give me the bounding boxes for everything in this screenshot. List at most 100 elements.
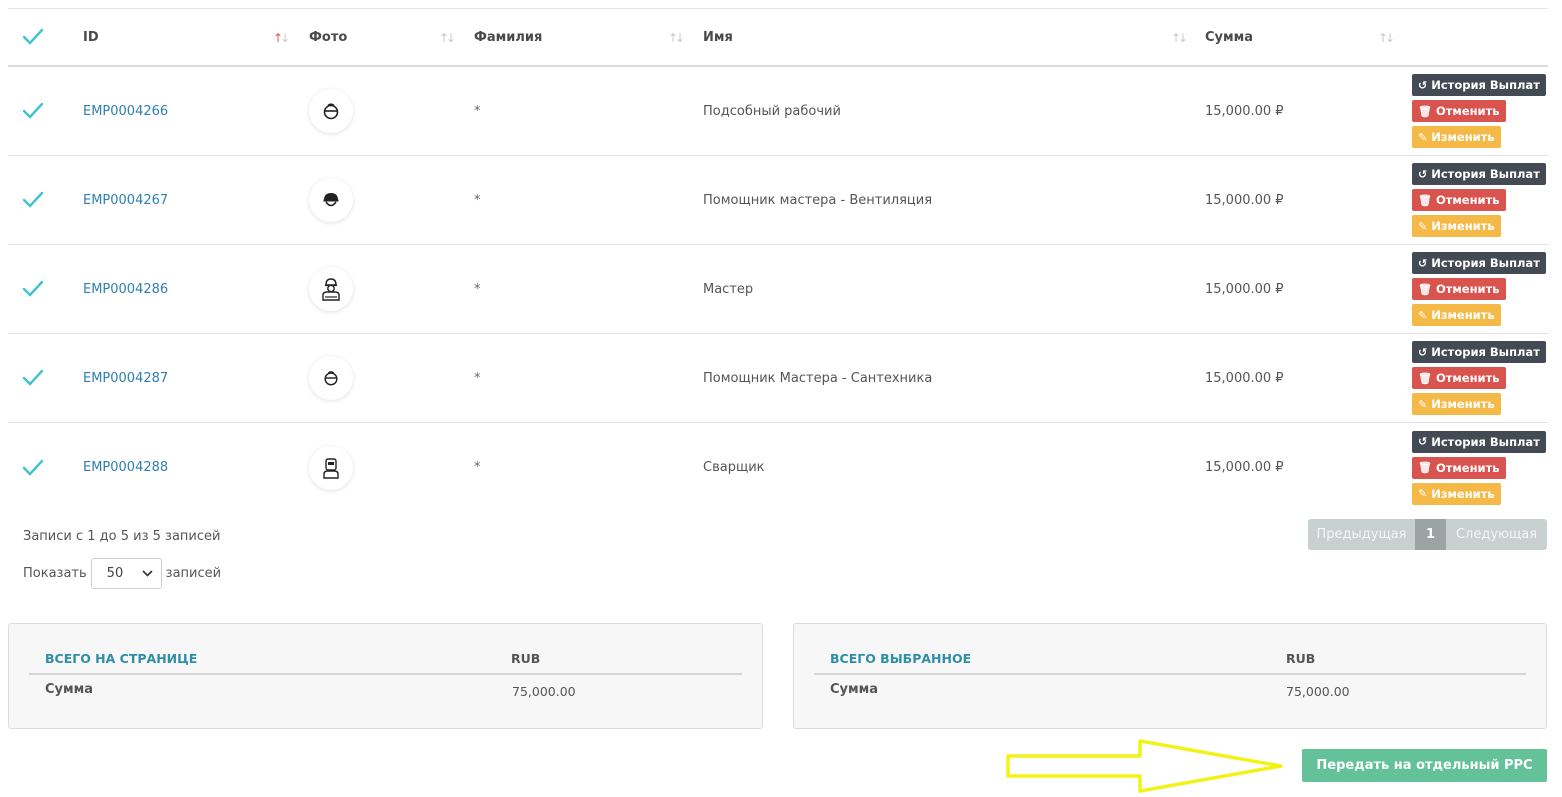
- sum-cell: 15,000.00 ₽: [1205, 460, 1284, 475]
- employee-id-link[interactable]: EMP0004286: [83, 282, 168, 297]
- payment-history-button[interactable]: ↺ История Выплат: [1412, 252, 1546, 274]
- trash-icon: 🗑: [1418, 104, 1432, 118]
- table-info: Записи с 1 до 5 из 5 записей: [23, 529, 221, 544]
- selected-totals-panel: ВСЕГО ВЫБРАННОЕ RUB Сумма 75,000.00: [793, 623, 1547, 729]
- surname-cell: *: [474, 192, 481, 208]
- edit-button[interactable]: ✎ Изменить: [1412, 215, 1501, 237]
- edit-label: Изменить: [1431, 397, 1495, 411]
- column-header-id[interactable]: ID: [83, 9, 293, 65]
- transfer-to-account-button[interactable]: Передать на отдельный РРС: [1302, 749, 1547, 782]
- cancel-label: Отменить: [1435, 460, 1500, 475]
- cancel-button[interactable]: 🗑 Отменить: [1412, 100, 1506, 122]
- employee-id-link[interactable]: EMP0004287: [83, 371, 168, 386]
- edit-icon: ✎: [1418, 130, 1428, 144]
- edit-icon: ✎: [1418, 308, 1428, 322]
- column-header-name[interactable]: Имя: [703, 9, 1183, 65]
- payment-history-button[interactable]: ↺ История Выплат: [1412, 74, 1546, 96]
- surname-cell: *: [474, 460, 481, 475]
- history-icon: ↺: [1418, 167, 1428, 181]
- pagination: Предыдущая 1 Следующая: [1308, 519, 1547, 550]
- chevron-down-icon: [142, 566, 153, 581]
- annotation-arrow-icon: [1006, 739, 1283, 793]
- column-header-photo[interactable]: Фото: [309, 9, 459, 65]
- history-icon: ↺: [1418, 78, 1428, 92]
- table-row[interactable]: EMP0004288 * Сварщик 15,000.00 ₽ ↺ Истори…: [8, 423, 1548, 512]
- records-label: записей: [165, 566, 222, 581]
- name-cell: Помощник Мастера - Сантехника: [703, 370, 933, 386]
- cancel-label: Отменить: [1435, 104, 1500, 118]
- sort-icon[interactable]: ↑↓: [1171, 31, 1188, 45]
- welder-icon: [309, 445, 353, 490]
- cancel-button[interactable]: 🗑 Отменить: [1412, 456, 1506, 479]
- employee-id-link[interactable]: EMP0004288: [83, 460, 168, 475]
- row-checkbox[interactable]: [22, 245, 62, 333]
- history-label: История Выплат: [1431, 345, 1540, 359]
- sum-cell: 15,000.00 ₽: [1205, 370, 1284, 386]
- sort-icon[interactable]: ↑↓: [1378, 31, 1395, 45]
- cancel-button[interactable]: 🗑 Отменить: [1412, 367, 1506, 389]
- edit-label: Изменить: [1431, 130, 1495, 144]
- table-row[interactable]: EMP0004266 * Подсобный рабочий 15,000.00…: [8, 67, 1548, 156]
- foreman-icon: [309, 267, 353, 311]
- employee-id-link[interactable]: EMP0004266: [83, 104, 168, 119]
- worker-hardhat-icon: [309, 178, 353, 222]
- worker-helmet-icon: [309, 89, 353, 133]
- check-icon: [22, 102, 44, 120]
- name-cell: Сварщик: [703, 460, 765, 475]
- edit-icon: ✎: [1418, 219, 1428, 233]
- history-icon: ↺: [1418, 345, 1428, 359]
- column-header-surname[interactable]: Фамилия: [474, 9, 689, 65]
- page-1-button[interactable]: 1: [1415, 519, 1446, 550]
- row-checkbox[interactable]: [22, 334, 62, 422]
- check-icon: [22, 28, 44, 46]
- select-all-checkbox[interactable]: [22, 9, 62, 65]
- sum-cell: 15,000.00 ₽: [1205, 192, 1284, 208]
- sum-value: 75,000.00: [512, 684, 576, 699]
- next-page-button[interactable]: Следующая: [1446, 519, 1547, 550]
- column-header-sum[interactable]: Сумма: [1205, 9, 1395, 65]
- sort-icon[interactable]: ↑↓: [668, 31, 685, 45]
- panel-title: ВСЕГО ВЫБРАННОЕ: [830, 651, 972, 666]
- cancel-button[interactable]: 🗑 Отменить: [1412, 189, 1506, 211]
- history-label: История Выплат: [1431, 434, 1540, 449]
- currency-label: RUB: [511, 651, 541, 666]
- name-cell: Мастер: [703, 281, 754, 297]
- edit-icon: ✎: [1418, 397, 1428, 411]
- page-length-control: Показать 50 записей: [23, 558, 221, 589]
- table-row[interactable]: EMP0004287 * Помощник Мастера - Сантехни…: [8, 334, 1548, 423]
- edit-button[interactable]: ✎ Изменить: [1412, 482, 1501, 505]
- history-icon: ↺: [1418, 435, 1428, 448]
- row-checkbox[interactable]: [22, 67, 62, 155]
- sort-icon[interactable]: ↑↓: [439, 31, 456, 45]
- sum-value: 75,000.00: [1286, 684, 1350, 699]
- sort-icon[interactable]: ↑↓: [273, 31, 290, 45]
- history-label: История Выплат: [1431, 256, 1540, 270]
- edit-label: Изменить: [1431, 486, 1495, 501]
- cancel-button[interactable]: 🗑 Отменить: [1412, 278, 1506, 300]
- panel-title: ВСЕГО НА СТРАНИЦЕ: [45, 651, 198, 666]
- check-icon: [22, 191, 44, 209]
- edit-button[interactable]: ✎ Изменить: [1412, 304, 1501, 326]
- edit-label: Изменить: [1431, 219, 1495, 233]
- cancel-label: Отменить: [1435, 193, 1500, 207]
- payment-history-button[interactable]: ↺ История Выплат: [1412, 430, 1546, 453]
- row-checkbox[interactable]: [22, 423, 62, 512]
- name-cell: Подсобный рабочий: [703, 103, 841, 119]
- payment-history-button[interactable]: ↺ История Выплат: [1412, 163, 1546, 185]
- cancel-label: Отменить: [1435, 371, 1500, 385]
- cancel-label: Отменить: [1435, 282, 1500, 296]
- table-row[interactable]: EMP0004286 * Мастер 15,000.00 ₽ ↺ История…: [8, 245, 1548, 334]
- edit-button[interactable]: ✎ Изменить: [1412, 393, 1501, 415]
- panel-header: ВСЕГО НА СТРАНИЦЕ RUB: [29, 650, 742, 675]
- currency-label: RUB: [1286, 651, 1316, 666]
- edit-button[interactable]: ✎ Изменить: [1412, 126, 1501, 148]
- name-cell: Помощник мастера - Вентиляция: [703, 192, 933, 208]
- history-label: История Выплат: [1431, 78, 1540, 92]
- row-checkbox[interactable]: [22, 156, 62, 244]
- table-row[interactable]: EMP0004267 * Помощник мастера - Вентиляц…: [8, 156, 1548, 245]
- page-length-select[interactable]: 50: [90, 558, 162, 589]
- prev-page-button[interactable]: Предыдущая: [1308, 519, 1415, 550]
- employee-id-link[interactable]: EMP0004267: [83, 193, 168, 208]
- check-icon: [22, 459, 44, 477]
- payment-history-button[interactable]: ↺ История Выплат: [1412, 341, 1546, 363]
